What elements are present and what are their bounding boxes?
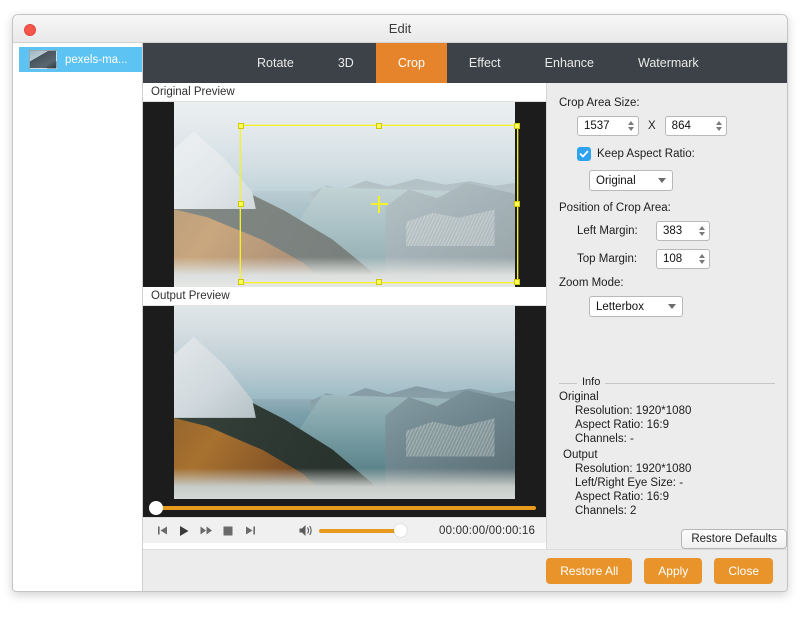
- top-margin-stepper[interactable]: [656, 249, 710, 269]
- keep-aspect-ratio-checkbox[interactable]: [577, 147, 591, 161]
- restore-defaults-button[interactable]: Restore Defaults: [681, 529, 787, 549]
- keep-aspect-ratio-label: Keep Aspect Ratio:: [597, 148, 695, 160]
- crop-width-input[interactable]: [578, 120, 624, 132]
- seek-bar-handle[interactable]: [149, 501, 163, 515]
- keep-aspect-ratio-row[interactable]: Keep Aspect Ratio:: [577, 147, 775, 161]
- crop-handle-bottom-right[interactable]: [514, 279, 520, 285]
- top-margin-row: Top Margin:: [577, 249, 775, 269]
- crop-height-input[interactable]: [665, 120, 712, 132]
- top-margin-arrows-icon[interactable]: [695, 250, 709, 268]
- aspect-ratio-value: Original: [596, 174, 636, 187]
- volume-icon[interactable]: [297, 518, 315, 544]
- info-output-resolution: Resolution: 1920*1080: [575, 463, 692, 475]
- crop-handle-bottom-left[interactable]: [238, 279, 244, 285]
- fast-forward-icon[interactable]: [195, 518, 217, 544]
- left-margin-input[interactable]: [657, 225, 695, 237]
- position-of-crop-area-label: Position of Crop Area:: [559, 202, 671, 214]
- size-separator-label: X: [648, 120, 656, 132]
- skip-previous-icon[interactable]: [151, 518, 173, 544]
- zoom-mode-value: Letterbox: [596, 300, 644, 313]
- close-button[interactable]: Close: [714, 557, 773, 584]
- original-preview-label: Original Preview: [143, 83, 546, 102]
- chevron-down-icon: [668, 304, 676, 309]
- info-output-eye-size: Left/Right Eye Size: -: [575, 477, 684, 489]
- output-preview-label: Output Preview: [143, 287, 546, 306]
- info-output-channels: Channels: 2: [575, 505, 637, 517]
- file-list-sidebar: pexels-ma...: [13, 43, 143, 591]
- tab-3d[interactable]: 3D: [316, 43, 376, 83]
- crop-width-stepper[interactable]: [577, 116, 639, 136]
- crop-area-size-label: Crop Area Size:: [559, 97, 640, 109]
- titlebar: Edit: [13, 15, 787, 43]
- crop-height-stepper[interactable]: [664, 116, 727, 136]
- video-thumbnail-icon: [29, 50, 57, 69]
- info-legend-label: Info: [577, 376, 606, 388]
- tab-crop[interactable]: Crop: [375, 43, 447, 83]
- tab-effect[interactable]: Effect: [447, 43, 523, 83]
- output-preview-stage[interactable]: [143, 306, 546, 499]
- stop-icon[interactable]: [217, 518, 239, 544]
- crop-width-arrows-icon[interactable]: [624, 117, 638, 135]
- crop-handle-top-center[interactable]: [376, 123, 382, 129]
- volume-slider-handle[interactable]: [394, 523, 407, 537]
- crop-height-arrows-icon[interactable]: [712, 117, 726, 135]
- tab-rotate[interactable]: Rotate: [235, 43, 316, 83]
- crop-handle-top-left[interactable]: [238, 123, 244, 129]
- chevron-down-icon: [658, 178, 666, 183]
- skip-next-icon[interactable]: [239, 518, 261, 544]
- aspect-ratio-select[interactable]: Original: [589, 170, 673, 191]
- left-margin-row: Left Margin:: [577, 221, 775, 241]
- original-preview-stage[interactable]: [143, 102, 546, 287]
- apply-button[interactable]: Apply: [644, 557, 703, 584]
- tab-bar: Rotate 3D Crop Effect Enhance Watermark: [143, 43, 787, 83]
- window-title: Edit: [388, 21, 412, 36]
- info-original-aspect-ratio: Aspect Ratio: 16:9: [575, 419, 669, 431]
- file-name-label: pexels-ma...: [65, 53, 128, 66]
- left-margin-arrows-icon[interactable]: [695, 222, 709, 240]
- crop-size-row: X: [577, 116, 775, 136]
- zoom-mode-select[interactable]: Letterbox: [589, 296, 683, 317]
- top-margin-label: Top Margin:: [577, 253, 638, 265]
- zoom-mode-label: Zoom Mode:: [559, 277, 624, 289]
- left-margin-label: Left Margin:: [577, 225, 638, 237]
- preview-column: Original Preview Output Preview 00:00:00…: [143, 83, 546, 549]
- edit-window: Edit pexels-ma... Rotate 3D Crop Effect …: [12, 14, 788, 592]
- crop-handle-middle-left[interactable]: [238, 201, 244, 207]
- crop-selection-box[interactable]: [238, 123, 520, 285]
- seek-bar[interactable]: [149, 501, 536, 515]
- tab-watermark[interactable]: Watermark: [616, 43, 721, 83]
- crop-handle-top-right[interactable]: [514, 123, 520, 129]
- output-preview-image: [174, 306, 515, 499]
- crop-settings-panel: Crop Area Size: X Keep Aspect Ratio: Ori…: [546, 83, 787, 549]
- time-display: 00:00:00/00:00:16: [439, 524, 536, 537]
- top-margin-input[interactable]: [657, 253, 695, 265]
- info-original-resolution: Resolution: 1920*1080: [575, 405, 692, 417]
- tab-enhance[interactable]: Enhance: [523, 43, 616, 83]
- info-original-heading: Original: [559, 391, 599, 403]
- info-output-heading: Output: [563, 449, 598, 461]
- volume-control: [297, 518, 407, 544]
- transport-controls: 00:00:00/00:00:16: [143, 517, 546, 543]
- volume-slider[interactable]: [319, 523, 407, 537]
- seek-bar-container: [143, 499, 546, 517]
- info-output-aspect-ratio: Aspect Ratio: 16:9: [575, 491, 669, 503]
- restore-all-button[interactable]: Restore All: [546, 557, 633, 584]
- list-item[interactable]: pexels-ma...: [19, 47, 142, 72]
- crop-handle-middle-right[interactable]: [514, 201, 520, 207]
- play-icon[interactable]: [173, 518, 195, 544]
- info-original-channels: Channels: -: [575, 433, 634, 445]
- crop-handle-bottom-center[interactable]: [376, 279, 382, 285]
- left-margin-stepper[interactable]: [656, 221, 710, 241]
- footer-bar: Restore All Apply Close: [143, 549, 787, 591]
- info-group: Info Original Resolution: 1920*1080 Aspe…: [559, 376, 775, 517]
